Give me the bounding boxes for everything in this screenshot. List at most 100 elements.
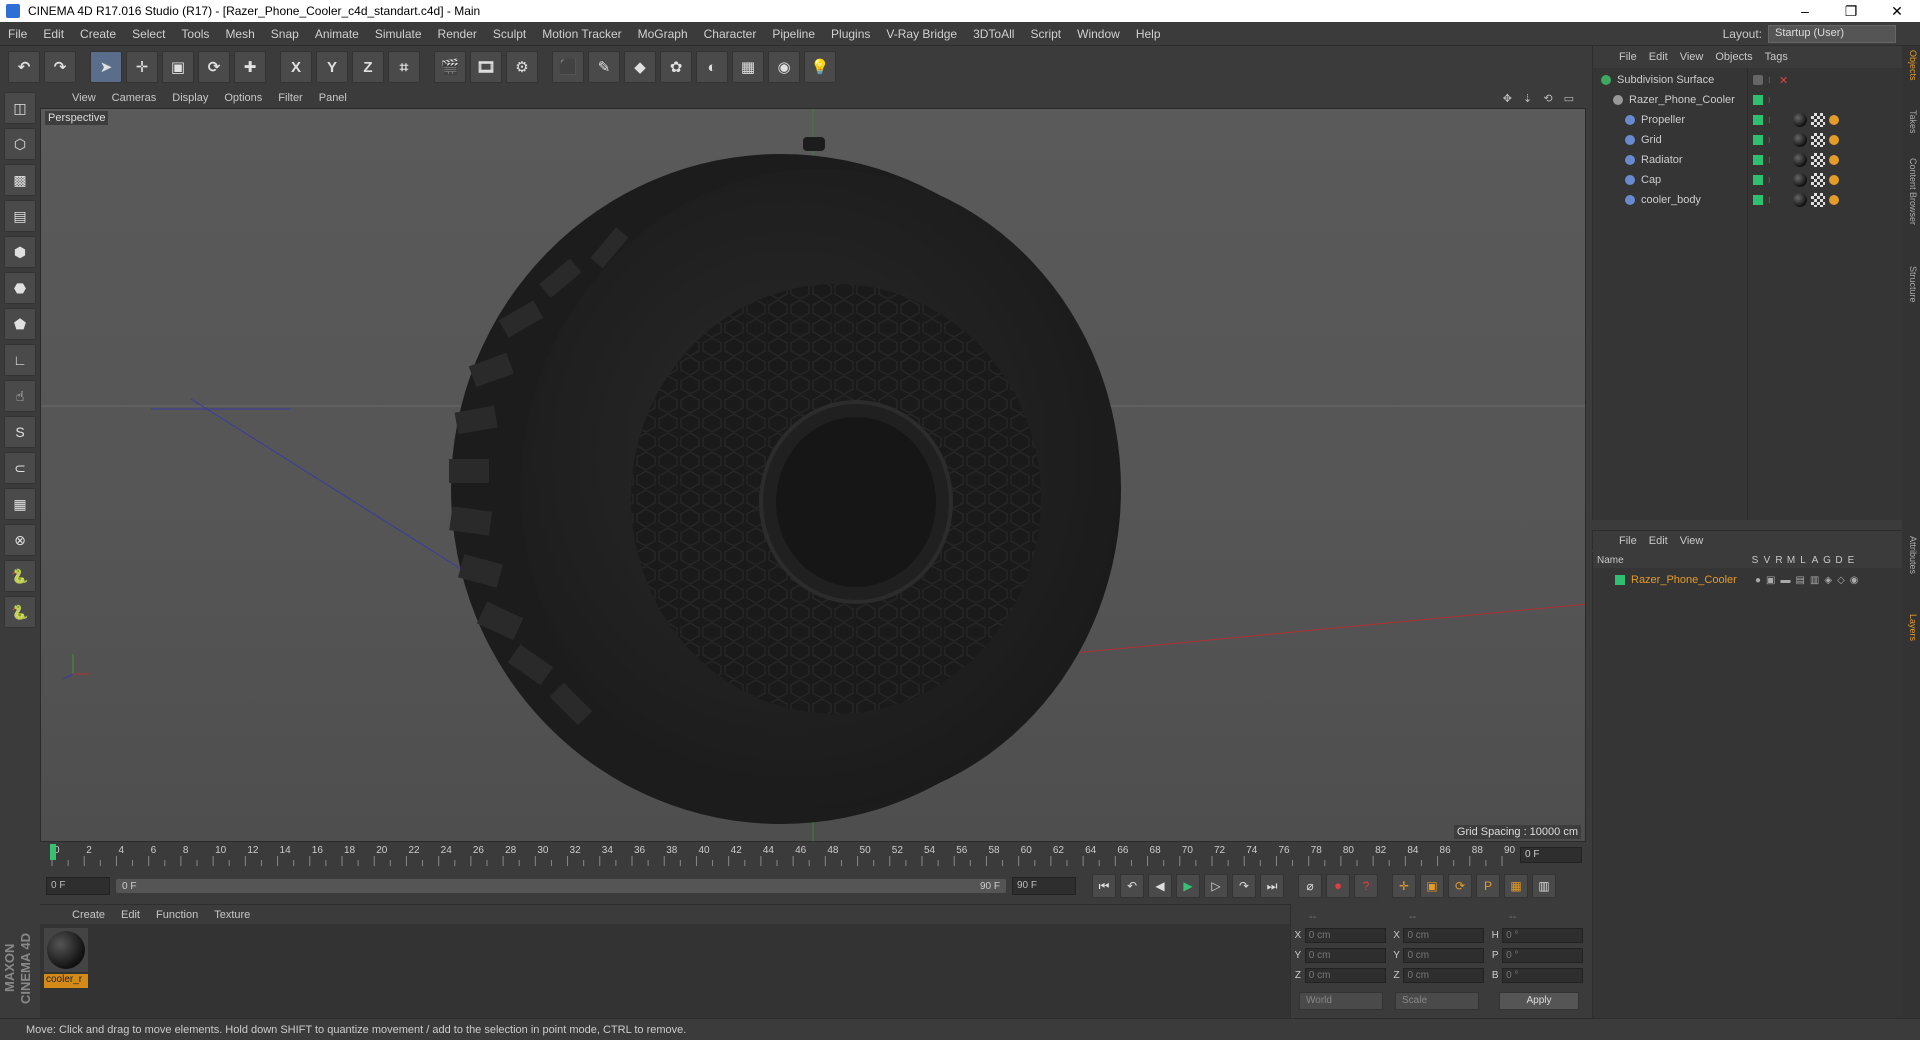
object-row-subdivision-surface[interactable]: Subdivision Surface ⁝ ✕	[1593, 70, 1903, 90]
visibility-dots[interactable]: ⁝	[1768, 96, 1771, 105]
menu-window[interactable]: Window	[1069, 27, 1128, 41]
timeline-window-button[interactable]: ▥	[1532, 874, 1556, 898]
recent-tool-button[interactable]: ✚	[234, 51, 266, 83]
timeline[interactable]: 0 2 4 6 8 10 12 14 16 18 20 22 24 26 28 30 32 34 36 38 40 42 4…	[40, 842, 1586, 870]
viewport-menu-panel[interactable]: Panel	[311, 92, 355, 104]
coord-rotation-field[interactable]: 0 °	[1502, 947, 1583, 963]
snapping-button[interactable]: ⊂	[4, 452, 36, 484]
disable-x-icon[interactable]: ✕	[1779, 74, 1788, 87]
texture-tag-icon[interactable]	[1811, 133, 1825, 147]
python-button[interactable]: 🐍	[4, 560, 36, 592]
object-menu-edit[interactable]: Edit	[1643, 51, 1674, 63]
deformer-button[interactable]: ◐	[696, 51, 728, 83]
previous-key-button[interactable]: ↶	[1120, 874, 1144, 898]
vertex-tag-icon[interactable]	[1829, 115, 1839, 125]
light-button[interactable]: 💡	[804, 51, 836, 83]
material-tag-icon[interactable]	[1793, 113, 1807, 127]
select-tool-button[interactable]: ➤	[90, 51, 122, 83]
edges-mode-button[interactable]: ⬣	[4, 272, 36, 304]
end-frame-field[interactable]: 90 F	[1012, 877, 1076, 895]
side-tab-objects[interactable]: Objects	[1904, 50, 1918, 81]
previous-frame-button[interactable]: ◀	[1148, 874, 1172, 898]
playhead[interactable]	[50, 844, 56, 860]
vertex-tag-icon[interactable]	[1829, 155, 1839, 165]
viewport-menu-display[interactable]: Display	[164, 92, 216, 104]
coord-position-field[interactable]: 0 cm	[1304, 927, 1386, 943]
side-tab-layers[interactable]: Layers	[1904, 614, 1918, 641]
material-tag-icon[interactable]	[1793, 133, 1807, 147]
viewport-menu-view[interactable]: View	[64, 92, 104, 104]
object-row-propeller[interactable]: Propeller ⁝	[1593, 110, 1903, 130]
menu-motion-tracker[interactable]: Motion Tracker	[534, 27, 629, 41]
menu-snap[interactable]: Snap	[263, 27, 307, 41]
soft-selection-button[interactable]: S	[4, 416, 36, 448]
close-button[interactable]: ✕	[1874, 3, 1920, 20]
menu-character[interactable]: Character	[696, 27, 765, 41]
menu-v-ray-bridge[interactable]: V-Ray Bridge	[878, 27, 965, 41]
vertex-tag-icon[interactable]	[1829, 195, 1839, 205]
key-position-button[interactable]: ✛	[1392, 874, 1416, 898]
object-menu-objects[interactable]: Objects	[1709, 51, 1758, 63]
texture-tag-icon[interactable]	[1811, 153, 1825, 167]
visibility-dots[interactable]: ⁝	[1768, 116, 1771, 125]
texture-mode-button[interactable]: ▩	[4, 164, 36, 196]
tweak-mode-button[interactable]: ☝	[4, 380, 36, 412]
object-layer-color[interactable]	[1753, 195, 1763, 205]
move-tool-button[interactable]: ✛	[126, 51, 158, 83]
goto-start-button[interactable]: ⏮	[1092, 874, 1116, 898]
camera-button[interactable]: ◉	[768, 51, 800, 83]
key-scale-button[interactable]: ▣	[1420, 874, 1444, 898]
make-editable-button[interactable]: ◫	[4, 92, 36, 124]
viewport-menu-cameras[interactable]: Cameras	[104, 92, 165, 104]
menu-plugins[interactable]: Plugins	[823, 27, 878, 41]
layer-name[interactable]: Razer_Phone_Cooler	[1631, 574, 1737, 586]
material-tag-icon[interactable]	[1793, 193, 1807, 207]
layer-flag-icons[interactable]: ●▣▬▤▥◈◇◉	[1755, 575, 1864, 586]
undo-button[interactable]: ↶	[8, 51, 40, 83]
points-mode-button[interactable]: ⬢	[4, 236, 36, 268]
subdivision-button[interactable]: ◆	[624, 51, 656, 83]
side-tab-attributes[interactable]: Attributes	[1904, 536, 1918, 574]
object-menu-file[interactable]: File	[1613, 51, 1643, 63]
perspective-viewport[interactable]: Perspective Grid Spacing : 10000 cm	[40, 108, 1586, 842]
coord-size-field[interactable]: 0 cm	[1403, 967, 1485, 983]
coord-position-field[interactable]: 0 cm	[1304, 947, 1386, 963]
redo-button[interactable]: ↷	[44, 51, 76, 83]
object-row-grid[interactable]: Grid ⁝	[1593, 130, 1903, 150]
object-layer-color[interactable]	[1753, 95, 1763, 105]
object-row-razer-phone-cooler[interactable]: Razer_Phone_Cooler ⁝	[1593, 90, 1903, 110]
material-menu-function[interactable]: Function	[148, 909, 206, 921]
render-view-button[interactable]: 🎬	[434, 51, 466, 83]
coord-size-field[interactable]: 0 cm	[1403, 927, 1485, 943]
visibility-dots[interactable]: ⁝	[1768, 176, 1771, 185]
object-menu-view[interactable]: View	[1674, 51, 1710, 63]
material-name[interactable]: cooler_r	[44, 974, 88, 988]
menu-sculpt[interactable]: Sculpt	[485, 27, 534, 41]
menu-create[interactable]: Create	[72, 27, 124, 41]
material-menu-texture[interactable]: Texture	[206, 909, 258, 921]
texture-tag-icon[interactable]	[1811, 113, 1825, 127]
cube-button[interactable]: ⬛	[552, 51, 584, 83]
axis-mode-button[interactable]: ∟	[4, 344, 36, 376]
side-tab-content-browser[interactable]: Content Browser	[1904, 158, 1918, 225]
object-menu-tags[interactable]: Tags	[1759, 51, 1794, 63]
autokey-button[interactable]: ?	[1354, 874, 1378, 898]
coord-position-field[interactable]: 0 cm	[1304, 967, 1386, 983]
coord-rotation-field[interactable]: 0 °	[1502, 927, 1583, 943]
menu-mesh[interactable]: Mesh	[217, 27, 262, 41]
menu-pipeline[interactable]: Pipeline	[764, 27, 823, 41]
motion-record-button[interactable]: ⌀	[1298, 874, 1322, 898]
render-picture-viewer-button[interactable]: 🎞	[470, 51, 502, 83]
object-layer-color[interactable]	[1753, 115, 1763, 125]
spline-pen-button[interactable]: ✎	[588, 51, 620, 83]
workplane-button[interactable]: ▤	[4, 200, 36, 232]
key-pla-button[interactable]: ▦	[1504, 874, 1528, 898]
side-tab-structure[interactable]: Structure	[1904, 266, 1918, 303]
vertex-tag-icon[interactable]	[1829, 135, 1839, 145]
menu-script[interactable]: Script	[1022, 27, 1069, 41]
visibility-dots[interactable]: ⁝	[1768, 196, 1771, 205]
visibility-dots[interactable]: ⁝	[1768, 76, 1771, 85]
menu-tools[interactable]: Tools	[173, 27, 217, 41]
material-menu-edit[interactable]: Edit	[113, 909, 148, 921]
material-tag-icon[interactable]	[1793, 173, 1807, 187]
